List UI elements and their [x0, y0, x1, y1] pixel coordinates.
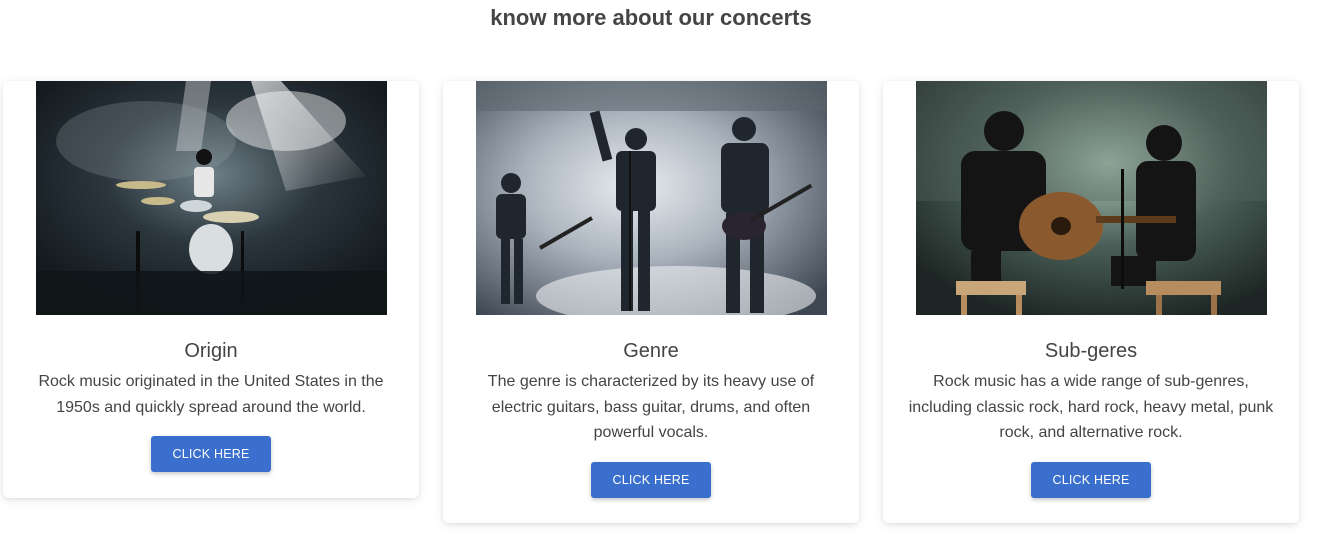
card-image-genre [475, 81, 827, 315]
card-text: The genre is characterized by its heavy … [487, 373, 815, 441]
click-here-button[interactable]: CLICK HERE [151, 436, 271, 472]
card-title: Origin [184, 340, 238, 362]
click-here-button[interactable]: CLICK HERE [591, 461, 711, 498]
card-image-origin [35, 81, 387, 315]
section-title: know more about our concerts [490, 5, 812, 30]
card-origin: Origin Rock music originated in the Unit… [3, 81, 419, 498]
page: know more about our concerts Origin Rock… [0, 0, 1338, 535]
card-sub-genres: Sub-geres Rock music has a wide range of… [883, 81, 1299, 523]
card-title: Genre [623, 340, 679, 362]
card-text: Rock music has a wide range of sub-genre… [908, 373, 1274, 441]
rock-band-performing-photo [475, 81, 827, 315]
drummer-on-stage-photo [35, 81, 387, 315]
card-image-sub-genres [915, 81, 1267, 315]
acoustic-guitarist-concert-photo [915, 81, 1267, 315]
click-here-button[interactable]: CLICK HERE [1031, 461, 1151, 498]
card-genre: Genre The genre is characterized by its … [443, 81, 859, 523]
card-title: Sub-geres [1044, 340, 1138, 362]
card-text: Rock music originated in the United Stat… [38, 373, 384, 416]
